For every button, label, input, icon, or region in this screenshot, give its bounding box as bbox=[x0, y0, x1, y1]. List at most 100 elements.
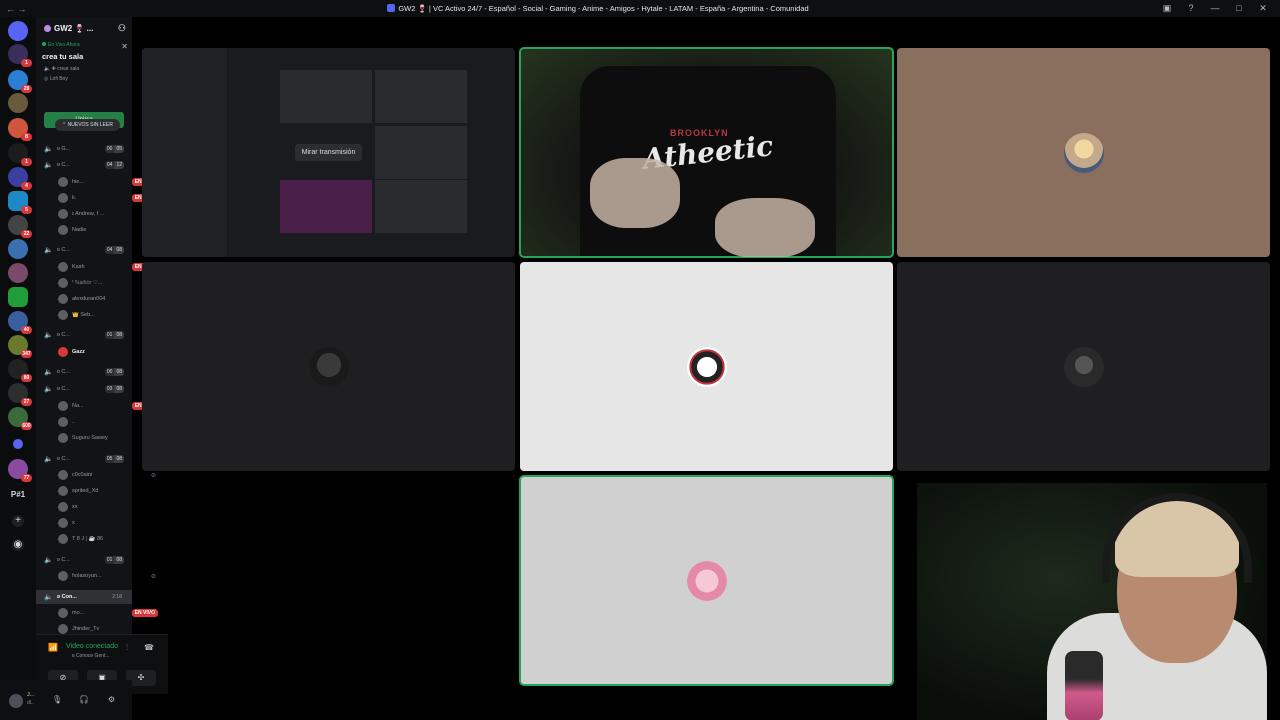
voice-user[interactable]: holasoyun... ⊘ bbox=[56, 569, 162, 583]
participant-tile[interactable] bbox=[897, 48, 1270, 257]
participant-tile[interactable] bbox=[519, 475, 894, 686]
folder-icon[interactable] bbox=[13, 439, 23, 449]
signal-icon: 📶 bbox=[48, 643, 58, 652]
close-window-button[interactable]: ✕ bbox=[1258, 3, 1268, 14]
avatar bbox=[1063, 132, 1104, 173]
noise-suppression-icon[interactable]: ⫶ bbox=[126, 643, 128, 653]
help-icon[interactable]: ? bbox=[1186, 3, 1196, 14]
live-user: ◎ Lofi Boy bbox=[44, 76, 68, 82]
voice-channel[interactable]: 🔈 ʚ C... 04 08 bbox=[36, 243, 132, 257]
voice-channel[interactable]: 🔈 ʚ G... 00 05 bbox=[36, 142, 132, 156]
hand bbox=[715, 198, 815, 257]
maximize-button[interactable]: □ bbox=[1234, 3, 1244, 14]
speaker-icon: 🔈 bbox=[44, 557, 53, 564]
channel-sidebar: GW2 🍷 ... ⚇ En Vivo Ahora ✕ crea tu sala… bbox=[36, 17, 168, 720]
title-bar: ← → GW2 🍷 | VC Activo 24/7 - Español - S… bbox=[0, 0, 1280, 17]
server-icon[interactable] bbox=[8, 287, 28, 307]
inbox-icon[interactable]: ▣ bbox=[1162, 3, 1172, 14]
voice-user[interactable]: x bbox=[56, 516, 162, 530]
voice-channel[interactable]: 🔈 ʚ C... 01 08 bbox=[36, 328, 132, 342]
avatar bbox=[58, 433, 68, 443]
settings-icon[interactable]: ⚙ bbox=[108, 695, 115, 704]
stream-preview bbox=[375, 70, 467, 123]
close-icon[interactable]: ✕ bbox=[121, 42, 128, 51]
stream-preview bbox=[280, 180, 372, 233]
server-icon[interactable]: 1 bbox=[8, 44, 32, 67]
microphone bbox=[1065, 651, 1103, 720]
server-label[interactable]: P#1 bbox=[4, 490, 32, 499]
avatar bbox=[58, 193, 68, 203]
avatar bbox=[686, 346, 727, 387]
participant-tile[interactable] bbox=[897, 262, 1270, 471]
back-arrow-icon[interactable]: ← → bbox=[0, 4, 34, 14]
avatar bbox=[58, 347, 68, 357]
discord-home-icon[interactable] bbox=[8, 21, 28, 41]
avatar bbox=[58, 225, 68, 235]
window-title: GW2 🍷 | VC Activo 24/7 - Español - Socia… bbox=[34, 4, 1162, 13]
server-header[interactable]: GW2 🍷 ... ⚇ bbox=[36, 17, 132, 39]
participant-tile[interactable] bbox=[142, 262, 515, 471]
screen-share-tile[interactable]: Mirar transmisión bbox=[142, 48, 515, 257]
voice-channel-name[interactable]: ʚ Conoce Gent... bbox=[72, 653, 110, 659]
voice-status[interactable]: Video conectado bbox=[66, 643, 118, 650]
server-icon[interactable]: 8 bbox=[8, 118, 32, 141]
new-unread-button[interactable]: ⌃ NUEVOS SIN LEER bbox=[55, 119, 120, 131]
server-icon[interactable]: 28 bbox=[8, 70, 32, 93]
headphones-icon[interactable]: 🎧 bbox=[79, 695, 89, 704]
add-server-icon[interactable]: + bbox=[12, 515, 24, 527]
invite-people-icon[interactable]: ⚇ bbox=[118, 23, 126, 34]
server-icon[interactable]: 347 bbox=[8, 335, 32, 358]
voice-channel-active[interactable]: 🔈 ʚ Con... 2:18 bbox=[36, 590, 132, 604]
avatar bbox=[58, 262, 68, 272]
speaker-icon: 🔈 bbox=[44, 369, 53, 376]
server-icon[interactable] bbox=[8, 93, 28, 113]
voice-channel[interactable]: 🔈 ʚ C... 04 12 bbox=[36, 158, 132, 172]
headphones bbox=[1102, 493, 1252, 583]
voice-user[interactable]: T 8 J | ☕ 86 bbox=[56, 532, 162, 546]
voice-channel[interactable]: 🔈 ʚ C... 01 08 bbox=[36, 553, 132, 567]
avatar bbox=[58, 401, 68, 411]
discover-icon[interactable]: ◉ bbox=[12, 539, 24, 551]
avatar bbox=[308, 346, 349, 387]
server-icon[interactable]: 40 bbox=[8, 311, 32, 334]
avatar bbox=[1063, 346, 1104, 387]
server-icon[interactable]: 77 bbox=[8, 459, 32, 482]
server-icon[interactable]: 22 bbox=[8, 215, 32, 238]
stream-preview bbox=[375, 180, 467, 233]
disconnect-icon[interactable]: ☎ bbox=[144, 643, 154, 652]
server-icon[interactable]: 80 bbox=[8, 359, 32, 382]
microphone-icon[interactable]: 🎙 bbox=[52, 695, 62, 704]
live-now-label: En Vivo Ahora bbox=[42, 42, 128, 48]
server-icon[interactable]: 5 bbox=[8, 191, 32, 214]
server-icon[interactable]: 1 bbox=[8, 143, 32, 166]
server-icon[interactable]: 4 bbox=[8, 167, 32, 190]
server-icon[interactable] bbox=[8, 263, 28, 283]
server-icon[interactable]: 27 bbox=[8, 383, 32, 406]
participant-tile[interactable] bbox=[520, 262, 893, 471]
server-icon[interactable] bbox=[8, 239, 28, 259]
stream-preview bbox=[142, 48, 227, 257]
server-icon[interactable]: 600 bbox=[8, 407, 32, 430]
avatar bbox=[686, 560, 727, 601]
voice-user[interactable]: sprited_Xd bbox=[56, 484, 162, 498]
avatar bbox=[58, 209, 68, 219]
avatar bbox=[58, 470, 68, 480]
speaker-icon: 🔈 bbox=[44, 456, 53, 463]
avatar bbox=[58, 310, 68, 320]
speaker-icon: 🔈 bbox=[44, 386, 53, 393]
minimize-button[interactable]: — bbox=[1210, 3, 1220, 14]
camera-tile[interactable]: BROOKLYN Atheetic bbox=[519, 47, 894, 258]
avatar bbox=[58, 502, 68, 512]
voice-channel[interactable]: 🔈 ʚ C... 03 08 bbox=[36, 382, 132, 396]
avatar bbox=[58, 417, 68, 427]
avatar[interactable] bbox=[9, 694, 23, 708]
voice-user[interactable]: mo... EN VIVO bbox=[56, 606, 162, 620]
watch-stream-button[interactable]: Mirar transmisión bbox=[294, 144, 363, 161]
streamer-webcam bbox=[917, 483, 1267, 720]
live-room-name: crea tu sala bbox=[42, 52, 84, 61]
voice-channel[interactable]: 🔈 ʚ C... 05 08 bbox=[36, 452, 132, 466]
live-badge: EN VIVO bbox=[131, 609, 158, 617]
voice-user[interactable]: xx bbox=[56, 500, 162, 514]
speaker-icon: 🔈 bbox=[44, 247, 53, 254]
voice-channel[interactable]: 🔈 ʚ C... 00 08 bbox=[36, 365, 132, 379]
